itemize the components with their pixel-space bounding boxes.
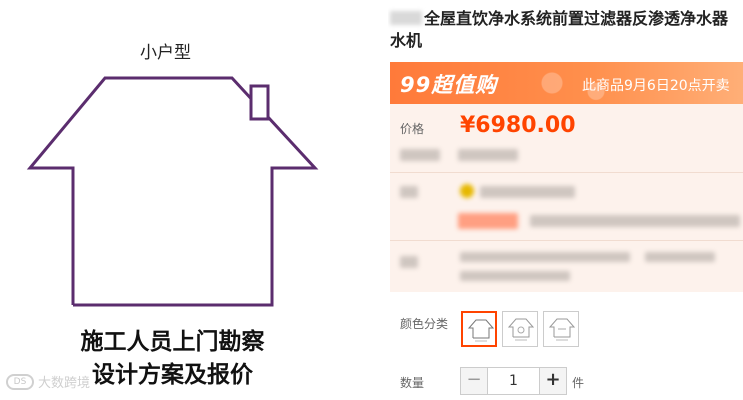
promo-text: 此商品9月6日20点开卖 <box>582 78 730 94</box>
caption-line-1: 施工人员上门勘察 <box>80 329 265 355</box>
watermark-logo-icon: DS <box>6 373 34 390</box>
quantity-decrease-button[interactable]: − <box>460 367 488 395</box>
blurred-value <box>480 186 575 198</box>
blurred-value <box>530 215 740 227</box>
watermark: DS 大数跨境 <box>6 372 90 391</box>
promo-logo: 99超值购 <box>400 73 498 97</box>
coupon-icon <box>460 184 474 198</box>
quantity-unit: 件 <box>572 376 585 390</box>
divider <box>390 172 743 173</box>
brand-name-blurred <box>390 11 422 25</box>
quantity-increase-button[interactable]: + <box>539 367 567 395</box>
quantity-input[interactable]: 1 <box>488 367 539 395</box>
blurred-label <box>400 186 418 198</box>
blurred-value <box>645 252 715 262</box>
color-option-1[interactable] <box>461 311 497 347</box>
blurred-label <box>400 256 418 268</box>
product-title: 全屋直饮净水系统前置过滤器反渗透净水器 水机 <box>390 8 743 52</box>
blurred-tag <box>458 213 518 229</box>
color-option-3[interactable] <box>543 311 579 347</box>
house-thumb-icon <box>507 318 535 341</box>
blurred-value <box>458 149 518 161</box>
price-label: 价格 <box>400 122 425 136</box>
watermark-text: 大数跨境 <box>38 376 91 391</box>
product-info-panel: 全屋直饮净水系统前置过滤器反渗透净水器 水机 99超值购 此商品9月6日20点开… <box>388 0 743 400</box>
blurred-value <box>460 252 630 262</box>
price-value: ¥6980.00 <box>460 113 576 138</box>
divider <box>390 240 743 241</box>
promo-banner: 99超值购 此商品9月6日20点开卖 <box>390 62 743 104</box>
color-label: 颜色分类 <box>400 317 449 331</box>
color-option-2[interactable] <box>502 311 538 347</box>
house-thumb-icon <box>467 319 495 342</box>
price-box: 价格 ¥6980.00 <box>390 104 743 292</box>
house-thumb-icon <box>548 318 576 341</box>
quantity-label: 数量 <box>400 376 425 390</box>
blurred-label <box>400 149 440 161</box>
product-title-text: 全屋直饮净水系统前置过滤器反渗透净水器 水机 <box>390 9 729 50</box>
product-image: 小户型 施工人员上门勘察 设计方案及报价 DS 大数跨境 <box>0 0 370 400</box>
blurred-value <box>460 271 570 281</box>
quantity-stepper: − 1 + <box>460 367 567 395</box>
